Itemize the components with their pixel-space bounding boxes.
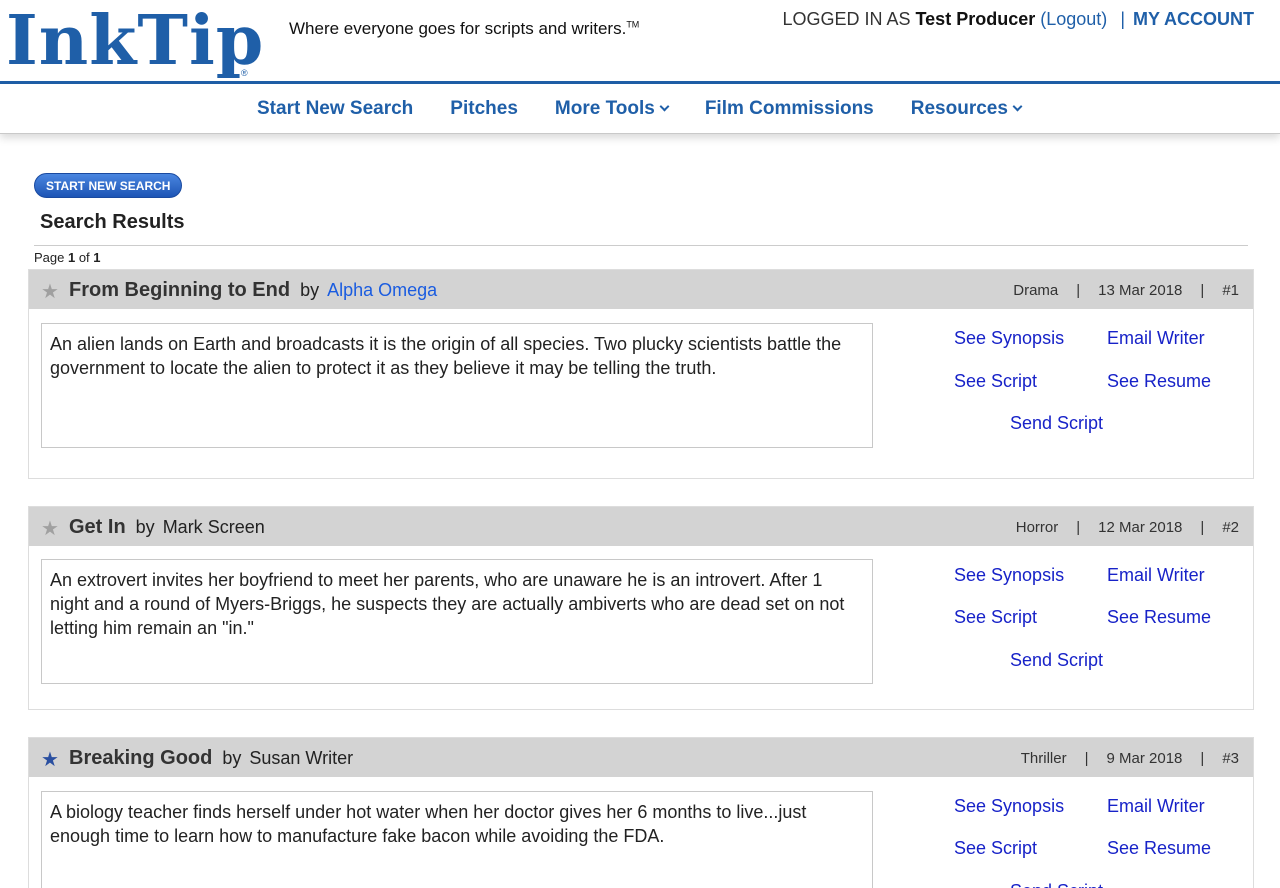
result-title: Get In	[69, 516, 126, 538]
by-label: by	[300, 280, 320, 300]
divider	[34, 245, 1248, 246]
page-total: 1	[93, 250, 101, 265]
result-header: ★ Breaking Good by Susan Writer Thriller | 9…	[29, 738, 1253, 777]
logged-in-label: LOGGED IN AS	[782, 9, 916, 29]
author-name: Mark Screen	[162, 517, 265, 537]
logout-link[interactable]: Logout	[1046, 9, 1101, 29]
nav-resources-label: Resources	[910, 98, 1008, 119]
date: 13 Mar 2018	[1098, 282, 1183, 299]
see-synopsis-link[interactable]: See Synopsis	[954, 796, 1064, 817]
nav-start-new-search[interactable]: Start New Search	[257, 98, 413, 120]
inktip-logo[interactable]: InkTip	[6, 2, 264, 80]
page-prefix: Page	[34, 250, 68, 265]
result-title: Breaking Good	[69, 747, 213, 769]
author-link[interactable]: Alpha Omega	[327, 280, 437, 300]
start-new-search-button[interactable]: START NEW SEARCH	[34, 173, 183, 198]
result-header: ★ From Beginning to End by Alpha Omega Dra…	[29, 270, 1253, 309]
result-meta: Thriller | 9 Mar 2018 | #3	[1021, 750, 1239, 767]
date: 9 Mar 2018	[1106, 750, 1183, 767]
see-script-link[interactable]: See Script	[954, 371, 1037, 392]
nav-pitches-label: Pitches	[450, 98, 518, 119]
my-account-link[interactable]: MY ACCOUNT	[1133, 9, 1254, 29]
page-of: of	[75, 250, 94, 265]
page-title: Search Results	[40, 211, 185, 233]
meta-separator: |	[1084, 750, 1089, 767]
chevron-down-icon	[1012, 101, 1023, 112]
meta-separator: |	[1200, 282, 1205, 299]
genre: Thriller	[1020, 750, 1067, 767]
genre: Drama	[1013, 282, 1059, 299]
synopsis-box: A biology teacher finds herself under ho…	[41, 791, 873, 888]
tagline-text: Where everyone goes for scripts and writ…	[289, 19, 627, 38]
send-script-link[interactable]: Send Script	[1010, 650, 1103, 671]
synopsis-box: An alien lands on Earth and broadcasts i…	[41, 323, 873, 448]
pagination-info: Page 1 of 1	[34, 250, 101, 265]
result-meta: Drama | 13 Mar 2018 | #1	[1013, 282, 1239, 299]
tagline: Where everyone goes for scripts and writ…	[289, 19, 639, 39]
email-writer-link[interactable]: Email Writer	[1107, 565, 1205, 586]
email-writer-link[interactable]: Email Writer	[1107, 796, 1205, 817]
result-header: ★ Get In by Mark Screen Horror | 12 Mar 2018…	[29, 507, 1253, 546]
trademark-mark: TM	[626, 19, 640, 30]
nav-film-commissions[interactable]: Film Commissions	[705, 98, 874, 120]
result-title-row: Breaking Good by Susan Writer	[69, 747, 353, 770]
see-synopsis-link[interactable]: See Synopsis	[954, 328, 1064, 349]
star-icon[interactable]: ★	[41, 516, 59, 541]
chevron-down-icon	[659, 101, 670, 112]
genre: Horror	[1015, 519, 1059, 536]
site-header: InkTip ® Where everyone goes for scripts…	[0, 0, 1280, 84]
result-title: From Beginning to End	[69, 279, 291, 301]
see-resume-link[interactable]: See Resume	[1107, 838, 1211, 859]
result-title-row: Get In by Mark Screen	[69, 516, 265, 539]
result-title-row: From Beginning to End by Alpha Omega	[69, 279, 437, 302]
account-bar: LOGGED IN AS Test Producer (Logout) | MY …	[782, 9, 1254, 30]
nav-more-tools[interactable]: More Tools	[554, 98, 670, 120]
see-script-link[interactable]: See Script	[954, 607, 1037, 628]
rank: #2	[1222, 519, 1239, 536]
nav-items: Start New Search Pitches More Tools Film…	[257, 98, 1058, 120]
send-script-link[interactable]: Send Script	[1010, 413, 1103, 434]
email-writer-link[interactable]: Email Writer	[1107, 328, 1205, 349]
meta-separator: |	[1200, 750, 1205, 767]
meta-separator: |	[1076, 519, 1081, 536]
synopsis-box: An extrovert invites her boyfriend to me…	[41, 559, 873, 684]
registered-mark: ®	[241, 68, 248, 78]
nav-pitches[interactable]: Pitches	[450, 98, 518, 120]
see-resume-link[interactable]: See Resume	[1107, 607, 1211, 628]
logout-paren-close: )	[1101, 9, 1108, 29]
meta-separator: |	[1200, 519, 1205, 536]
meta-separator: |	[1076, 282, 1081, 299]
nav-start-new-search-label: Start New Search	[257, 98, 414, 119]
result-card: ★ Get In by Mark Screen Horror | 12 Mar 2018…	[28, 506, 1254, 710]
nav-film-commissions-label: Film Commissions	[704, 98, 874, 119]
by-label: by	[135, 517, 155, 537]
main-nav: Start New Search Pitches More Tools Film…	[0, 84, 1280, 134]
author-name: Susan Writer	[249, 748, 354, 768]
result-meta: Horror | 12 Mar 2018 | #2	[1016, 519, 1239, 536]
rank: #1	[1222, 282, 1239, 299]
see-synopsis-link[interactable]: See Synopsis	[954, 565, 1064, 586]
user-name: Test Producer	[915, 9, 1036, 29]
star-filled-icon[interactable]: ★	[41, 747, 59, 772]
see-script-link[interactable]: See Script	[954, 838, 1037, 859]
result-card: ★ Breaking Good by Susan Writer Thriller | 9…	[28, 737, 1254, 888]
rank: #3	[1222, 750, 1239, 767]
by-label: by	[222, 748, 242, 768]
nav-resources[interactable]: Resources	[910, 98, 1023, 120]
star-icon[interactable]: ★	[41, 279, 59, 304]
account-separator: |	[1120, 9, 1125, 29]
send-script-link[interactable]: Send Script	[1010, 881, 1103, 888]
result-card: ★ From Beginning to End by Alpha Omega Dra…	[28, 269, 1254, 479]
see-resume-link[interactable]: See Resume	[1107, 371, 1211, 392]
date: 12 Mar 2018	[1098, 519, 1183, 536]
nav-more-tools-label: More Tools	[554, 98, 655, 119]
